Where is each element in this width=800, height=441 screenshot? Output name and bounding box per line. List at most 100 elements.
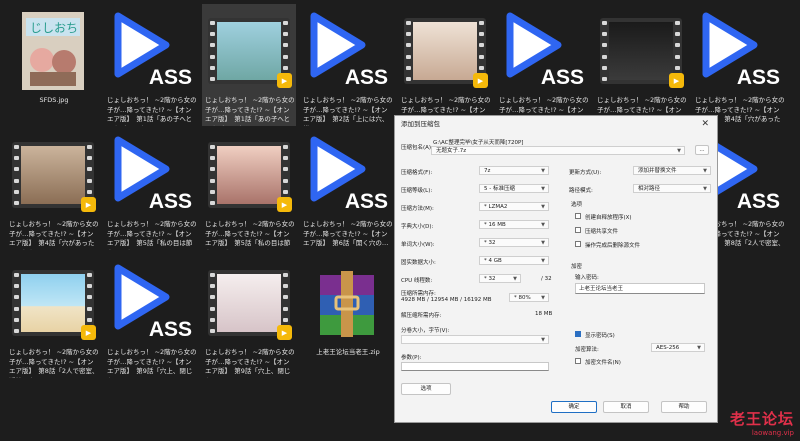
player-badge-icon: ▶ bbox=[277, 197, 292, 212]
video-thumbnail: ▶ bbox=[206, 262, 292, 344]
add-to-archive-dialog: 添加到压缩包 ✕ 压缩包名(A): G:\AC整理完毕\女子从天而降[720P]… bbox=[394, 115, 718, 423]
dictionary-select[interactable]: * 16 MB ▼ bbox=[479, 220, 549, 229]
ass-file-icon: ASS bbox=[304, 10, 390, 92]
file-tile-mkv[interactable]: ▶ じょしおちっ！ ~2階から女の子が…降ってきた!? ~【オンエア版】 第2話… bbox=[398, 4, 492, 126]
watermark: 老王论坛 laowang.vip bbox=[730, 408, 794, 437]
decompress-memory-label: 解压缩所需内存: bbox=[401, 313, 442, 319]
image-thumbnail: じしおち bbox=[10, 10, 96, 92]
level-select[interactable]: 5 - 标准压缩 ▼ bbox=[479, 184, 549, 193]
delete-after-checkbox[interactable] bbox=[575, 241, 581, 247]
memory-value: 4928 MB / 12954 MB / 16192 MB bbox=[401, 297, 492, 303]
parameters-input[interactable] bbox=[401, 362, 549, 371]
ok-button[interactable]: 确定 bbox=[551, 401, 597, 413]
cpu-threads-select[interactable]: * 32 ▼ bbox=[479, 274, 521, 283]
parameters-label: 参数(P): bbox=[401, 355, 422, 361]
word-size-select[interactable]: * 32 ▼ bbox=[479, 238, 549, 247]
method-select[interactable]: * LZMA2 ▼ bbox=[479, 202, 549, 211]
archive-path: G:\AC整理完毕\女子从天而降[720P] bbox=[433, 140, 524, 146]
path-mode-label: 路径模式: bbox=[569, 188, 593, 194]
update-mode-select[interactable]: 添加并替换文件 ▼ bbox=[633, 166, 711, 175]
archive-name-combobox[interactable]: 无题女子.7z ▼ bbox=[431, 146, 685, 155]
file-name: じょしおちっ！ ~2階から女の子が…降ってきた!? ~【オンエア版】 第8話「2… bbox=[9, 348, 99, 378]
browse-button[interactable]: ... bbox=[695, 145, 709, 155]
file-tile-ass[interactable]: ASS じょしおちっ！ ~2階から女の子が…降ってきた!? ~【オンエア版】 第… bbox=[104, 128, 198, 250]
delete-after-label: 操作完成后删除源文件 bbox=[585, 243, 641, 249]
sfx-label: 创建自释放程序(X) bbox=[585, 215, 632, 221]
file-tile-ass[interactable]: ASS じょしおちっ！ ~2階から女の子が…降ってきた!? ~【オンエア版】 第… bbox=[104, 256, 198, 378]
file-name: じょしおちっ！ ~2階から女の子が…降ってきた!? ~【オンエア版】 第9話「穴… bbox=[205, 348, 295, 378]
file-tile-ass[interactable]: ASS じょしおちっ！ ~2階から女の子が…降ってきた!? ~【オンエア版】 第… bbox=[496, 4, 590, 126]
show-password-checkbox[interactable] bbox=[575, 331, 581, 337]
file-tile-mkv[interactable]: ▶ じょしおちっ！ ~2階から女の子が…降ってきた!? ~【オンエア版】 第4話… bbox=[6, 128, 100, 250]
winrar-archive-icon bbox=[304, 262, 390, 344]
file-tile-mkv[interactable]: ▶ じょしおちっ！ ~2階から女の子が…降ってきた!? ~【オンエア版】 第1話… bbox=[202, 4, 296, 126]
file-name: じょしおちっ！ ~2階から女の子が…降ってきた!? ~【オンエア版】 第6話「開… bbox=[303, 220, 393, 247]
video-thumbnail: ▶ bbox=[598, 10, 684, 92]
file-name: じょしおちっ！ ~2階から女の子が…降ってきた!? ~【オンエア版】 第5話「私… bbox=[205, 220, 295, 250]
solid-size-select[interactable]: * 4 GB ▼ bbox=[479, 256, 549, 265]
cancel-button[interactable]: 取消 bbox=[603, 401, 649, 413]
close-icon[interactable]: ✕ bbox=[701, 116, 709, 132]
format-label: 压缩格式(F): bbox=[401, 170, 433, 176]
show-password-label: 显示密码(S) bbox=[585, 333, 615, 339]
file-name: じょしおちっ！ ~2階から女の子が…降ってきた!? ~【オンエア版】 第4話「穴… bbox=[9, 220, 99, 250]
solid-size-label: 固实数据大小: bbox=[401, 260, 436, 266]
decompress-memory-value: 18 MB bbox=[535, 311, 553, 317]
encrypt-names-checkbox[interactable] bbox=[575, 358, 581, 364]
file-tile-ass[interactable]: ASS じょしおちっ！ ~2階から女の子が…降ってきた!? ~【オンエア版】 第… bbox=[104, 4, 198, 126]
file-name: じょしおちっ！ ~2階から女の子が…降ってきた!? ~【オンエア版】 第2話「上… bbox=[303, 96, 393, 126]
player-badge-icon: ▶ bbox=[277, 73, 292, 88]
watermark-title: 老王论坛 bbox=[729, 410, 794, 428]
help-button[interactable]: 帮助 bbox=[661, 401, 707, 413]
watermark-url: laowang.vip bbox=[751, 429, 794, 437]
update-mode-label: 更新方式(U): bbox=[569, 170, 602, 176]
file-name: じょしおちっ！ ~2階から女の子が…降ってきた!? ~【オンエア版】 第1話「あ… bbox=[107, 96, 197, 126]
ass-file-icon: ASS bbox=[108, 10, 194, 92]
shared-files-checkbox[interactable] bbox=[575, 227, 581, 233]
file-tile-ass[interactable]: ASS じょしおちっ！ ~2階から女の子が…降ってきた!? ~【オンエア版】 第… bbox=[300, 4, 394, 126]
file-tile-mkv[interactable]: ▶ じょしおちっ！ ~2階から女の子が…降ってきた!? ~【オンエア版】 第9話… bbox=[202, 256, 296, 378]
ass-file-icon: ASS bbox=[500, 10, 586, 92]
file-tile-zip[interactable]: 上老王论坛当老王.zip bbox=[300, 256, 394, 378]
cpu-threads-total: / 32 bbox=[541, 276, 552, 282]
sfx-checkbox[interactable] bbox=[575, 213, 581, 219]
file-tile-mkv[interactable]: ▶ じょしおちっ！ ~2階から女の子が…降ってきた!? ~【オンエア版】 第3話… bbox=[594, 4, 688, 126]
ass-file-icon: ASS bbox=[108, 134, 194, 216]
file-tile-jpg[interactable]: じしおち SFDS.jpg bbox=[6, 4, 100, 126]
svg-text:じしおち: じしおち bbox=[30, 21, 78, 35]
player-badge-icon: ▶ bbox=[81, 325, 96, 340]
word-size-label: 单词大小(W): bbox=[401, 242, 435, 248]
dialog-title: 添加到压缩包 bbox=[401, 120, 440, 128]
video-thumbnail: ▶ bbox=[402, 10, 488, 92]
file-tile-mkv[interactable]: ▶ じょしおちっ！ ~2階から女の子が…降ってきた!? ~【オンエア版】 第8話… bbox=[6, 256, 100, 378]
player-badge-icon: ▶ bbox=[81, 197, 96, 212]
player-badge-icon: ▶ bbox=[277, 325, 292, 340]
file-name: SFDS.jpg bbox=[39, 96, 69, 104]
file-tile-ass[interactable]: ASS じょしおちっ！ ~2階から女の子が…降ってきた!? ~【オンエア版】 第… bbox=[692, 4, 786, 126]
options-group-title: 选项 bbox=[571, 202, 583, 208]
split-volume-combobox[interactable]: ▼ bbox=[401, 335, 549, 344]
encryption-group-title: 加密 bbox=[571, 264, 583, 270]
file-name: じょしおちっ！ ~2階から女の子が…降ってきた!? ~【オンエア版】 第9話「穴… bbox=[107, 348, 197, 378]
format-select[interactable]: 7z ▼ bbox=[479, 166, 549, 175]
dialog-titlebar: 添加到压缩包 ✕ bbox=[395, 116, 717, 132]
password-label: 输入密码: bbox=[575, 275, 599, 281]
file-tile-mkv[interactable]: ▶ じょしおちっ！ ~2階から女の子が…降ってきた!? ~【オンエア版】 第5話… bbox=[202, 128, 296, 250]
dictionary-label: 字典大小(D): bbox=[401, 224, 434, 230]
ass-file-icon: ASS bbox=[304, 134, 390, 216]
path-mode-select[interactable]: 相对路径 ▼ bbox=[633, 184, 711, 193]
file-tile-ass[interactable]: ASS じょしおちっ！ ~2階から女の子が…降ってきた!? ~【オンエア版】 第… bbox=[300, 128, 394, 250]
encrypt-names-label: 加密文件名(N) bbox=[585, 360, 621, 366]
encryption-method-select[interactable]: AES-256 ▼ bbox=[651, 343, 705, 352]
ass-file-icon: ASS bbox=[696, 10, 782, 92]
ass-file-icon: ASS bbox=[108, 262, 194, 344]
video-thumbnail: ▶ bbox=[206, 134, 292, 216]
options-button[interactable]: 选项 bbox=[401, 383, 451, 395]
chevron-down-icon: ▼ bbox=[677, 148, 681, 154]
shared-files-label: 压缩共享文件 bbox=[585, 229, 619, 235]
password-input[interactable]: 上老王论坛当老王 bbox=[575, 283, 705, 294]
memory-percent-select[interactable]: * 80% ▼ bbox=[509, 293, 549, 302]
video-thumbnail: ▶ bbox=[10, 134, 96, 216]
file-name: じょしおちっ！ ~2階から女の子が…降ってきた!? ~【オンエア版】 第5話「私… bbox=[107, 220, 197, 250]
video-thumbnail: ▶ bbox=[206, 10, 292, 92]
